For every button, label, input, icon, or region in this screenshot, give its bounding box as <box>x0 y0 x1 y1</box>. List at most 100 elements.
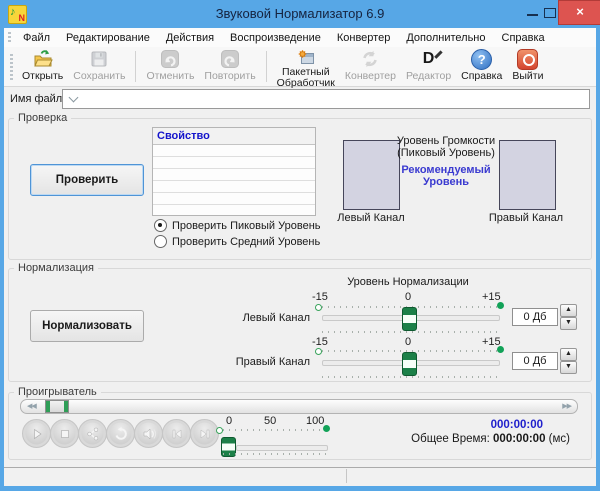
scale-min-label: -15 <box>312 291 328 303</box>
play-icon <box>33 428 42 439</box>
seek-bar[interactable]: ◀◀ ▶▶ <box>20 399 578 414</box>
normalize-left-channel-label: Левый Канал <box>242 312 310 324</box>
filename-combobox[interactable] <box>62 89 590 109</box>
toolbar-separator <box>135 51 137 82</box>
seek-thumb[interactable] <box>45 400 69 413</box>
scale-mid-label: 0 <box>405 336 412 348</box>
speaker-icon <box>143 427 156 440</box>
menu-file[interactable]: Файл <box>15 32 58 44</box>
close-button[interactable]: × <box>558 0 600 25</box>
open-folder-icon <box>33 49 53 69</box>
scale-mid-label: 0 <box>405 291 412 303</box>
player-repeat-button[interactable] <box>106 419 135 448</box>
radio-unselected-icon[interactable] <box>154 235 167 248</box>
left-level-value[interactable]: 0 Дб <box>512 308 558 326</box>
scale-min-label: -15 <box>312 336 328 348</box>
tick-row <box>322 331 498 333</box>
current-time: 000:00:00 <box>490 419 543 431</box>
volume-level-title-line2: (Пиковый Уровень) <box>397 147 495 159</box>
player-play-button[interactable] <box>22 419 51 448</box>
chevron-down-icon[interactable] <box>68 92 79 103</box>
toolbar: Открыть Сохранить Отменить Повторить Пак… <box>4 47 596 89</box>
tick-row <box>223 429 326 431</box>
recommended-level-line2: Уровень <box>422 176 469 188</box>
normalize-right-channel-label: Правый Канал <box>235 356 310 368</box>
right-level-slider-thumb[interactable] <box>402 352 417 376</box>
radio-check-average-level[interactable]: Проверить Средний Уровень <box>154 235 320 248</box>
player-stop-button[interactable] <box>50 419 79 448</box>
undo-icon <box>160 49 180 69</box>
range-start-marker-icon <box>315 348 322 355</box>
table-row <box>153 157 315 169</box>
player-volume-button[interactable] <box>134 419 163 448</box>
power-icon <box>517 48 539 70</box>
editor-icon: D <box>420 49 443 69</box>
range-end-marker-icon <box>497 302 504 309</box>
batch-processor-button[interactable]: Пакетный Обработчик <box>272 47 340 89</box>
seek-forward-icon[interactable]: ▶▶ <box>562 402 572 410</box>
right-level-value[interactable]: 0 Дб <box>512 352 558 370</box>
table-row <box>153 145 315 157</box>
recommended-level-line1: Рекомендуемый <box>401 164 491 176</box>
range-start-marker-icon <box>216 427 223 434</box>
scale-max-label: +15 <box>482 291 501 303</box>
total-time-label: Общее Время: <box>411 433 490 445</box>
tick-row <box>223 453 326 455</box>
radio-check-peak-level[interactable]: Проверить Пиковый Уровень <box>154 219 321 232</box>
left-level-slider-thumb[interactable] <box>402 307 417 331</box>
total-time-row: Общее Время: 000:00:00 (мс) <box>350 433 570 445</box>
help-button[interactable]: ? Справка <box>456 47 507 86</box>
redo-icon <box>220 49 240 69</box>
save-floppy-icon <box>89 49 109 69</box>
table-row <box>153 169 315 181</box>
player-previous-button[interactable] <box>162 419 191 448</box>
volume-level-title-line1: Уровень Громкости <box>396 135 496 147</box>
title-bar[interactable]: ♪ N Звуковой Нормализатор 6.9 × <box>0 0 600 28</box>
open-button[interactable]: Открыть <box>17 47 68 86</box>
total-time-unit: (мс) <box>548 433 570 445</box>
redo-button[interactable]: Повторить <box>199 47 260 86</box>
menu-help[interactable]: Справка <box>494 32 553 44</box>
converter-button[interactable]: Конвертер <box>340 47 401 86</box>
properties-table: Свойство <box>152 127 316 216</box>
right-channel-label: Правый Канал <box>488 212 564 224</box>
menu-edit[interactable]: Редактирование <box>58 32 158 44</box>
volume-scale-mid: 50 <box>264 415 277 427</box>
player-next-button[interactable] <box>190 419 219 448</box>
player-share-button[interactable] <box>78 419 107 448</box>
right-level-spin-up[interactable]: ▲ <box>560 348 577 361</box>
volume-slider-track[interactable] <box>236 445 328 451</box>
pen-icon <box>434 50 443 59</box>
menu-playback[interactable]: Воспроизведение <box>222 32 329 44</box>
right-level-spin-down[interactable]: ▼ <box>560 361 577 374</box>
right-channel-meter <box>499 140 556 210</box>
menu-converter[interactable]: Конвертер <box>329 32 398 44</box>
next-track-icon <box>200 429 209 438</box>
left-channel-label: Левый Канал <box>337 212 405 224</box>
menu-bar: Файл Редактирование Действия Воспроизвед… <box>4 28 596 48</box>
stop-icon <box>60 429 69 438</box>
menu-actions[interactable]: Действия <box>158 32 222 44</box>
radio-selected-icon[interactable] <box>154 219 167 232</box>
save-button[interactable]: Сохранить <box>68 47 130 86</box>
normalize-group-label: Нормализация <box>14 262 98 274</box>
batch-gear-icon <box>297 49 315 65</box>
normalize-button[interactable]: Нормализовать <box>30 310 144 342</box>
normalization-level-title: Уровень Нормализации <box>347 276 469 288</box>
check-button[interactable]: Проверить <box>30 164 144 196</box>
left-level-spin-up[interactable]: ▲ <box>560 304 577 317</box>
table-header-property: Свойство <box>153 128 315 145</box>
seek-back-icon[interactable]: ◀◀ <box>27 402 37 410</box>
help-icon: ? <box>471 48 493 70</box>
app-window: ♪ N Звуковой Нормализатор 6.9 × Файл Ред… <box>0 0 600 491</box>
menu-extra[interactable]: Дополнительно <box>398 32 493 44</box>
editor-button[interactable]: D Редактор <box>401 47 456 86</box>
volume-scale-min: 0 <box>226 415 233 427</box>
minimize-button[interactable] <box>527 14 538 16</box>
grip-handle-icon <box>8 31 11 44</box>
maximize-button[interactable] <box>544 8 556 18</box>
status-bar <box>4 467 596 486</box>
undo-button[interactable]: Отменить <box>141 47 199 86</box>
left-level-spin-down[interactable]: ▼ <box>560 317 577 330</box>
exit-button[interactable]: Выйти <box>507 47 548 86</box>
